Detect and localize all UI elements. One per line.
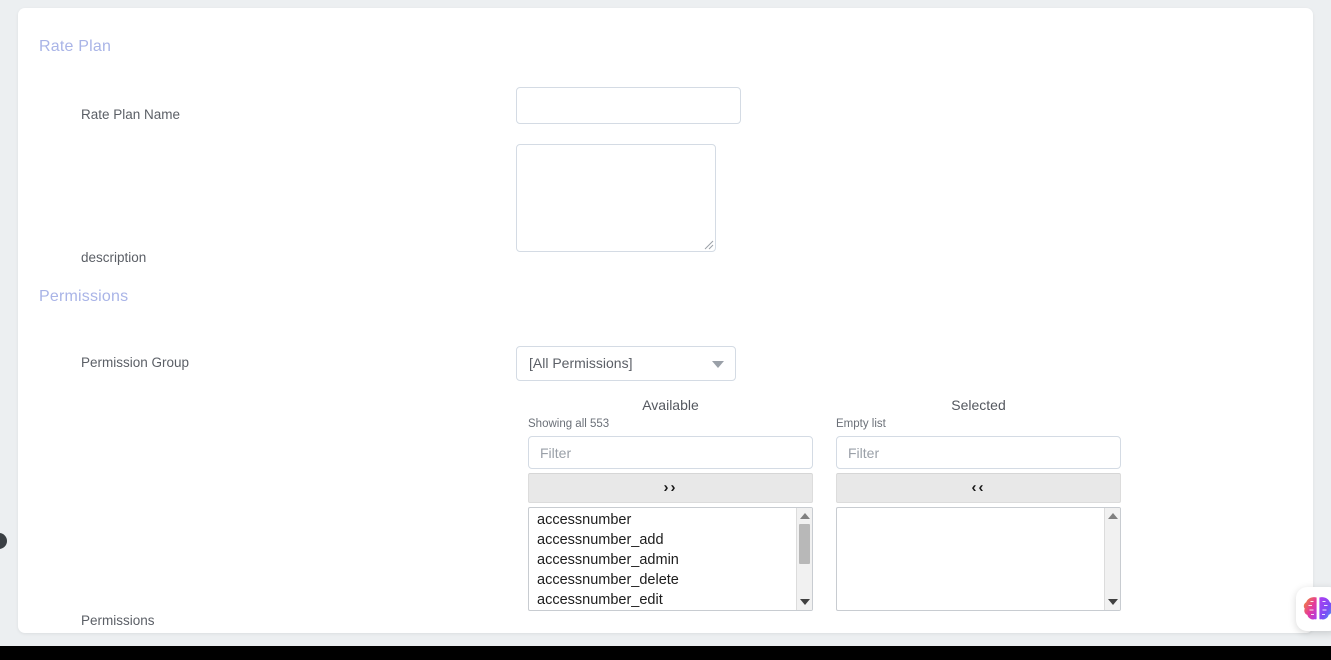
scroll-up-arrow-icon[interactable] xyxy=(1108,513,1118,519)
rate-plan-name-input[interactable] xyxy=(516,87,741,124)
available-list[interactable]: accessnumber accessnumber_add accessnumber… xyxy=(529,510,795,610)
picklist-selected-title: Selected xyxy=(951,397,1006,413)
picklist-available-column: Available Showing all 553 ›› accessnumbe… xyxy=(528,396,813,611)
move-left-button[interactable]: ‹‹ xyxy=(836,473,1121,503)
move-right-button[interactable]: ›› xyxy=(528,473,813,503)
selected-list-scrollbar[interactable] xyxy=(1104,508,1120,610)
chevron-down-icon xyxy=(712,361,724,368)
list-item[interactable]: accessnumber_admin xyxy=(537,550,795,570)
brain-icon xyxy=(1303,597,1331,620)
picklist-available-title: Available xyxy=(642,397,699,413)
available-filter-input[interactable] xyxy=(528,436,813,469)
scroll-down-arrow-icon[interactable] xyxy=(800,599,810,605)
label-permissions: Permissions xyxy=(81,613,155,628)
permission-group-select[interactable]: [All Permissions] xyxy=(516,346,736,381)
permission-group-select-value: [All Permissions] xyxy=(529,355,633,371)
picklist-available-status: Showing all 553 xyxy=(528,418,610,430)
label-permission-group: Permission Group xyxy=(81,355,190,370)
available-list-scrollbar[interactable] xyxy=(796,508,812,610)
screen: Rate Plan Rate Plan Name description Per… xyxy=(0,0,1331,660)
description-textarea[interactable] xyxy=(516,144,716,252)
selected-list-box[interactable] xyxy=(836,507,1121,611)
label-rate-plan-name: Rate Plan Name xyxy=(81,107,181,122)
list-item[interactable]: accessnumber xyxy=(537,510,795,530)
available-list-box[interactable]: accessnumber accessnumber_add accessnumber… xyxy=(528,507,813,611)
list-item[interactable]: accessnumber_delete xyxy=(537,570,795,590)
label-description: description xyxy=(81,250,147,265)
section-heading-rate-plan: Rate Plan xyxy=(39,38,112,55)
selected-filter-input[interactable] xyxy=(836,436,1121,469)
brain-assistant-widget[interactable] xyxy=(1296,587,1331,631)
scroll-up-arrow-icon[interactable] xyxy=(800,513,810,519)
scroll-down-arrow-icon[interactable] xyxy=(1108,599,1118,605)
scrollbar-thumb[interactable] xyxy=(799,524,810,564)
list-item[interactable]: accessnumber_edit xyxy=(537,590,795,610)
list-item[interactable]: accessnumber_add xyxy=(537,530,795,550)
picklist-selected-status: Empty list xyxy=(836,418,886,430)
picklist-selected-column: Selected Empty list ‹‹ xyxy=(836,396,1121,611)
form-content-card: Rate Plan Rate Plan Name description Per… xyxy=(18,8,1313,633)
section-heading-permissions: Permissions xyxy=(39,288,129,305)
